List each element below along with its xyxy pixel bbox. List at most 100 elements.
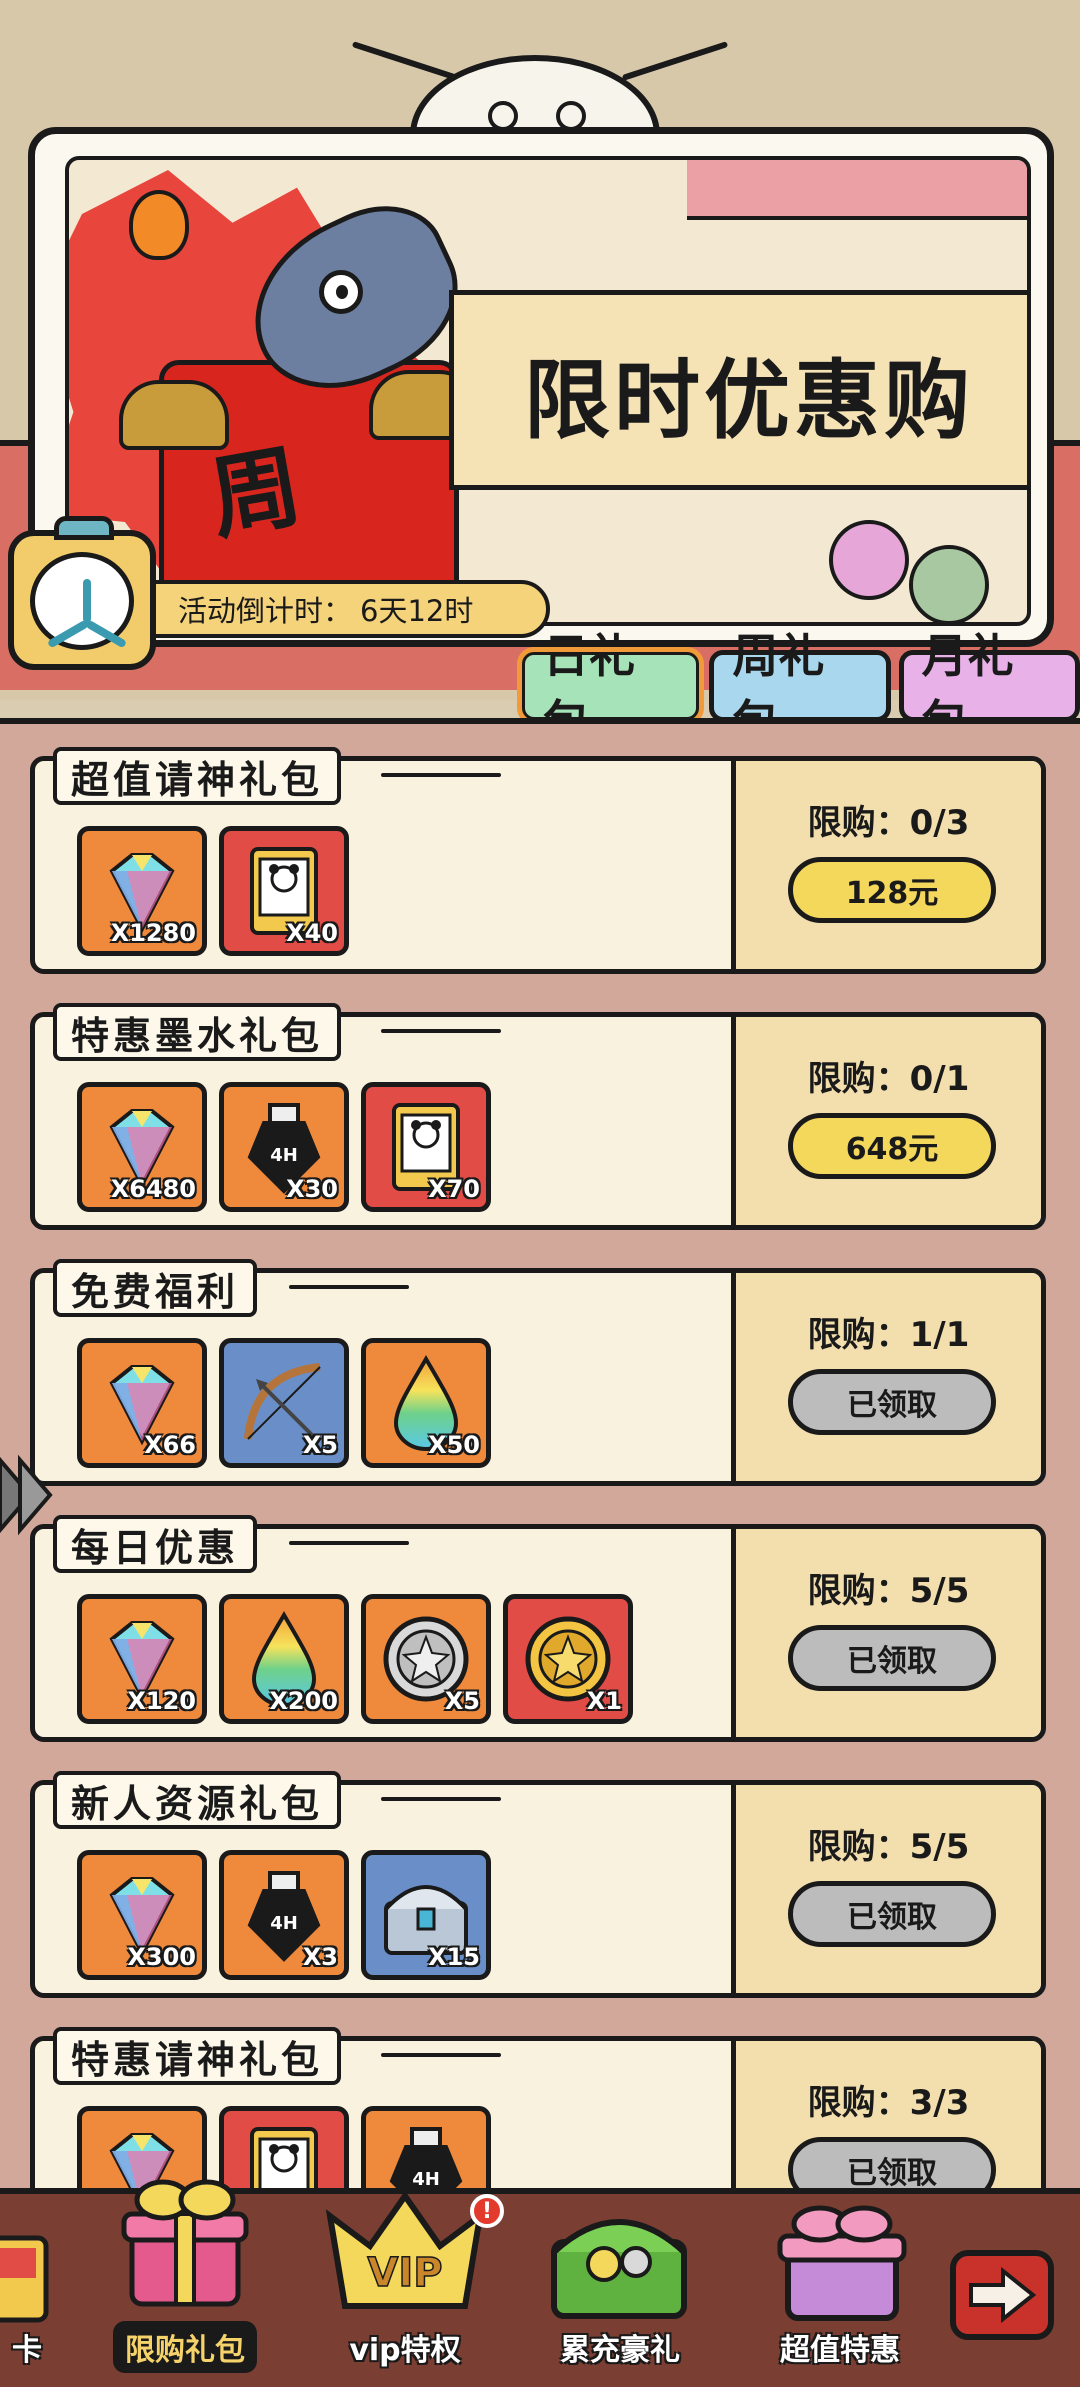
item-quantity: X40 (286, 919, 338, 947)
banner-art: 周 限时优惠购 (65, 156, 1031, 626)
flame-icon (129, 190, 189, 260)
flower-pink (829, 520, 909, 600)
claimed-button[interactable]: 已领取 (788, 1625, 996, 1691)
pack-items: X300 4H X3 X15 (77, 1850, 491, 1980)
pack-card: 超值请神礼包 X1280 X40 限购：0/3 128元 (30, 747, 1046, 974)
purchase-limit: 限购：5/5 (807, 1571, 970, 1611)
bottom-nav: 卡 限购礼包 VIP ! vip特权 累充豪礼 超值特惠 (0, 2179, 1080, 2387)
pack-purchase-panel: 限购：5/5 已领取 (731, 1529, 1041, 1737)
pack-header-rule (289, 1285, 409, 1289)
pack-purchase-panel: 限购：5/5 已领取 (731, 1785, 1041, 1993)
item-quantity: X1280 (110, 919, 196, 947)
purchase-limit: 限购：3/3 (807, 2083, 970, 2123)
pack-purchase-panel: 限购：0/3 128元 (731, 761, 1041, 969)
pack-header-rule (381, 2053, 501, 2057)
treasure-chest-icon (544, 2202, 694, 2326)
reward-item[interactable]: X1280 (77, 826, 207, 956)
item-quantity: X70 (428, 1175, 480, 1203)
next-arrow-button[interactable] (950, 2250, 1054, 2340)
purchase-limit: 限购：1/1 (807, 1315, 970, 1355)
reward-item[interactable]: X70 (361, 1082, 491, 1212)
nav-label-card: 卡 (12, 2333, 42, 2368)
item-quantity: X3 (302, 1943, 338, 1971)
reward-item[interactable]: 4H (361, 2106, 491, 2188)
tab-monthly[interactable]: 月礼包 (898, 629, 1080, 749)
pack-name: 免费福利 (53, 1259, 258, 1317)
reward-item[interactable]: X5 (361, 1594, 491, 1724)
pack-purchase-panel: 限购：0/1 648元 (731, 1017, 1041, 1225)
pack-items: X1280 X40 (77, 826, 349, 956)
claimed-button[interactable]: 已领取 (788, 1369, 996, 1435)
item-quantity: X50 (428, 1431, 480, 1459)
nav-label-limited-packs: 限购礼包 (113, 2321, 257, 2373)
reward-item[interactable]: X40 (219, 826, 349, 956)
pack-header-rule (289, 1541, 409, 1545)
side-expand-handle[interactable] (0, 1440, 56, 1550)
reward-item[interactable]: 4H X30 (219, 1082, 349, 1212)
reward-item[interactable]: X5 (219, 1338, 349, 1468)
pack-name: 新人资源礼包 (53, 1771, 342, 1829)
pack-card: 特惠请神礼包 4H 限购：3/3 已领取 (30, 2027, 1046, 2188)
gift-box-icon (118, 2170, 252, 2314)
reward-item[interactable]: X200 (219, 1594, 349, 1724)
vip-alert-badge: ! (470, 2194, 504, 2228)
tab-daily[interactable]: 日礼包 (516, 629, 705, 749)
item-quantity: X1 (586, 1687, 622, 1715)
event-banner: 周 限时优惠购 (28, 127, 1054, 647)
claimed-button[interactable]: 已领取 (788, 2137, 996, 2188)
banner-title: 限时优惠购 (524, 351, 974, 451)
pack-list[interactable]: 超值请神礼包 X1280 X40 限购：0/3 128元 特惠墨水礼包 X6480 4H X30… (0, 718, 1080, 2188)
buy-button[interactable]: 648元 (788, 1113, 996, 1179)
purchase-limit: 限购：0/3 (807, 803, 970, 843)
vip-crown-icon: VIP (320, 2186, 490, 2320)
pack-name: 每日优惠 (53, 1515, 258, 1573)
pack-items: X120 X200 X5 X1 (77, 1594, 633, 1724)
reward-item[interactable]: X50 (361, 1338, 491, 1468)
pack-name: 超值请神礼包 (53, 747, 342, 805)
nav-item-recharge-rewards[interactable]: 累充豪礼 (530, 2194, 710, 2387)
tab-weekly[interactable]: 周礼包 (709, 629, 891, 749)
ink-bottle-icon: 4H (376, 2121, 476, 2188)
claimed-button[interactable]: 已领取 (788, 1881, 996, 1947)
reward-item[interactable]: X6480 (77, 1082, 207, 1212)
item-quantity: X66 (144, 1431, 196, 1459)
item-quantity: X5 (444, 1687, 480, 1715)
reward-item[interactable]: X120 (77, 1594, 207, 1724)
pack-card: 特惠墨水礼包 X6480 4H X30 X70 限购：0/1 648元 (30, 1003, 1046, 1230)
banner-ribbon (687, 160, 1027, 220)
card-icon (0, 2234, 50, 2328)
nav-item-value-deals[interactable]: 超值特惠 (750, 2194, 930, 2387)
buy-button[interactable]: 128元 (788, 857, 996, 923)
pack-purchase-panel: 限购：3/3 已领取 (731, 2041, 1041, 2188)
pack-header-rule (381, 1029, 501, 1033)
arrow-right-icon (969, 2267, 1037, 2323)
nav-item-vip[interactable]: VIP ! vip特权 (310, 2190, 504, 2387)
pack-name: 特惠墨水礼包 (53, 1003, 342, 1061)
item-quantity: X15 (428, 1943, 480, 1971)
pack-purchase-panel: 限购：1/1 已领取 (731, 1273, 1041, 1481)
reward-item[interactable]: X15 (361, 1850, 491, 1980)
pack-header-rule (381, 1797, 501, 1801)
item-quantity: X5 (302, 1431, 338, 1459)
nav-label-recharge-rewards: 累充豪礼 (560, 2333, 680, 2368)
reward-item[interactable]: X300 (77, 1850, 207, 1980)
pack-items: X66 X5 X50 (77, 1338, 491, 1468)
fish-eye (319, 270, 363, 314)
purchase-limit: 限购：0/1 (807, 1059, 970, 1099)
nav-label-vip: vip特权 (349, 2333, 461, 2368)
nav-item-card[interactable]: 卡 (0, 2194, 60, 2387)
reward-item[interactable]: X66 (77, 1338, 207, 1468)
item-quantity: X6480 (110, 1175, 196, 1203)
nav-item-limited-packs[interactable]: 限购礼包 (100, 2179, 270, 2387)
pink-gift-icon (772, 2202, 912, 2326)
reward-item[interactable]: 4H X3 (219, 1850, 349, 1980)
svg-text:VIP: VIP (367, 2250, 442, 2296)
pack-items: X6480 4H X30 X70 (77, 1082, 491, 1212)
item-quantity: X30 (286, 1175, 338, 1203)
pack-tabs: 日礼包 周礼包 月礼包 (516, 629, 1080, 749)
alarm-clock-icon (8, 516, 156, 670)
purchase-limit: 限购：5/5 (807, 1827, 970, 1867)
pack-name: 特惠请神礼包 (53, 2027, 342, 2085)
reward-item[interactable]: X1 (503, 1594, 633, 1724)
item-quantity: X200 (269, 1687, 338, 1715)
